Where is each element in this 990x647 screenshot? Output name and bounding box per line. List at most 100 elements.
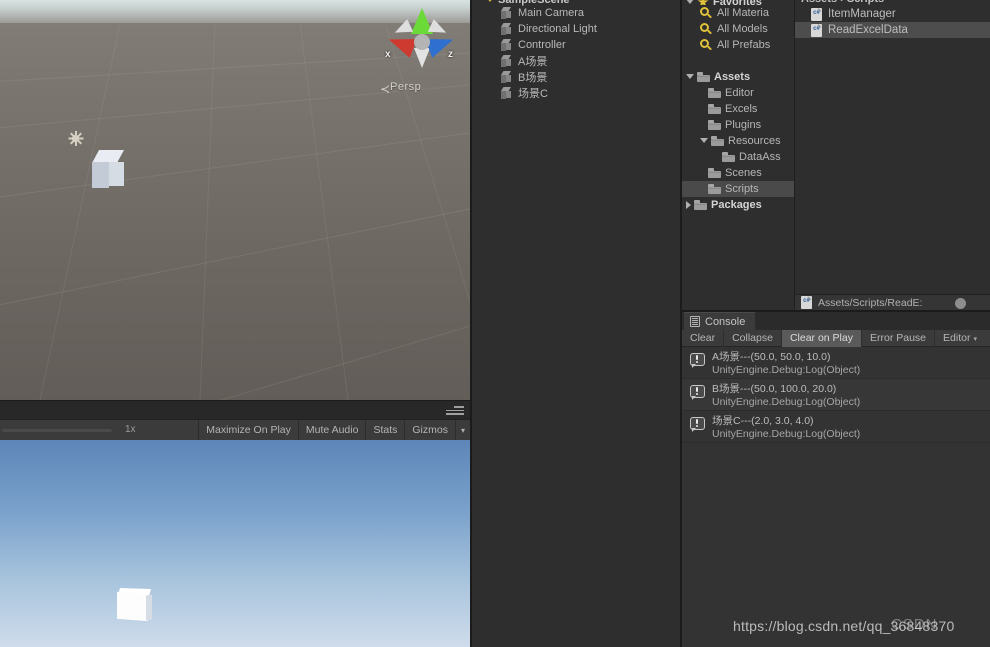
project-tree-item-label: Assets: [714, 71, 751, 83]
game-cube-object: [117, 588, 157, 628]
csharp-script-icon: [811, 7, 822, 21]
project-folder-tree[interactable]: ★ Favorites All MateriaAll ModelsAll Pre…: [682, 0, 794, 310]
scene-view[interactable]: x z ≺ Persp: [0, 0, 470, 400]
project-breadcrumb-row[interactable]: Assets › Scripts: [795, 0, 990, 5]
console-message-1[interactable]: A场景---(50.0, 50.0, 10.0) UnityEngine.Debu…: [682, 347, 990, 379]
project-tree-item-packages[interactable]: Packages: [682, 197, 794, 213]
console-toolbar[interactable]: Clear Collapse Clear on Play Error Pause Edi…: [682, 329, 990, 347]
scene-cube-object[interactable]: [88, 150, 130, 192]
project-tree-item-excels[interactable]: Excels: [682, 101, 794, 117]
project-tree-item-plugins[interactable]: Plugins: [682, 117, 794, 133]
console-error-pause-button[interactable]: Error Pause: [860, 329, 934, 347]
project-tree-item-scenes[interactable]: Scenes: [682, 165, 794, 181]
project-tree-item-editor[interactable]: Editor: [682, 85, 794, 101]
hierarchy-item-4[interactable]: A场景: [472, 53, 680, 69]
console-editor-button[interactable]: Editor ▾: [934, 329, 985, 347]
console-panel[interactable]: Console Clear Collapse Clear on Play Error …: [682, 312, 990, 647]
hierarchy-item-label: Directional Light: [518, 23, 597, 35]
console-clear-on-play-button[interactable]: Clear on Play: [780, 329, 861, 347]
chevron-down-icon[interactable]: ▾: [973, 336, 977, 343]
gizmos-dropdown-caret-icon[interactable]: ▾: [454, 420, 470, 441]
log-info-icon: [690, 353, 706, 369]
favorites-list: All Materia All Models All Prefabs: [682, 5, 794, 53]
axis-y-negative-cone-icon[interactable]: [414, 48, 430, 68]
hierarchy-item-label: A场景: [518, 56, 548, 68]
asset-row-1[interactable]: ItemManager: [795, 6, 990, 22]
scene-axis-gizmo[interactable]: x z: [382, 4, 462, 82]
chevron-down-icon[interactable]: [700, 137, 708, 147]
console-message-2[interactable]: B场景---(50.0, 100.0, 20.0) UnityEngine.Deb…: [682, 379, 990, 411]
project-tree-item-label: Plugins: [725, 119, 762, 131]
project-tree-item-scripts[interactable]: Scripts: [682, 181, 794, 197]
hierarchy-item-5[interactable]: B场景: [472, 69, 680, 85]
game-zoom-slider[interactable]: [2, 429, 112, 432]
asset-row-label: ReadExcelData: [828, 24, 908, 36]
hierarchy-item-1[interactable]: Main Camera: [472, 5, 680, 21]
log-info-icon: [690, 385, 706, 401]
mute-audio-button[interactable]: Mute Audio: [297, 420, 366, 441]
favorite-item-3[interactable]: All Prefabs: [682, 37, 794, 53]
console-message-line1: A场景---(50.0, 50.0, 10.0): [712, 351, 831, 363]
maximize-on-play-button[interactable]: Maximize On Play: [198, 420, 298, 441]
game-view-toolbar[interactable]: 1x Maximize On Play Mute Audio Stats Giz…: [0, 419, 470, 441]
console-tab-label: Console: [705, 315, 746, 328]
gizmos-button[interactable]: Gizmos: [404, 420, 455, 441]
chevron-right-icon[interactable]: [686, 201, 691, 209]
project-tree-item-assets[interactable]: Assets: [682, 69, 794, 85]
project-panel[interactable]: ★ Favorites All MateriaAll ModelsAll Pre…: [682, 0, 990, 310]
hierarchy-item-label: 场景C: [518, 88, 548, 100]
console-message-line2: UnityEngine.Debug:Log(Object): [712, 428, 861, 440]
console-message-3[interactable]: 场景C---(2.0, 3.0, 4.0) UnityEngine.Debug:L…: [682, 411, 990, 443]
folder-icon: [708, 184, 721, 194]
project-path-bar: Assets/Scripts/ReadE:: [795, 294, 990, 310]
project-tree-item-label: Resources: [728, 135, 781, 147]
project-tree-item-label: Packages: [711, 199, 762, 211]
hierarchy-item-2[interactable]: Directional Light: [472, 21, 680, 37]
favorite-item-1[interactable]: All Materia: [682, 5, 794, 21]
axis-hub-icon[interactable]: [414, 34, 430, 50]
perspective-label[interactable]: Persp: [390, 81, 421, 93]
search-icon: [700, 6, 713, 20]
chevron-down-icon[interactable]: [686, 73, 694, 83]
console-message-list[interactable]: A场景---(50.0, 50.0, 10.0) UnityEngine.Debu…: [682, 347, 990, 443]
console-message-text: 场景C---(2.0, 3.0, 4.0) UnityEngine.Debug:L…: [712, 415, 860, 441]
favorite-item-label: All Models: [717, 23, 768, 35]
project-thumbnail-size-slider[interactable]: [955, 298, 966, 309]
console-message-line2: UnityEngine.Debug:Log(Object): [712, 396, 861, 408]
project-asset-list[interactable]: Assets › Scripts ItemManager ReadExcelDat…: [795, 0, 990, 310]
game-view[interactable]: [0, 440, 470, 647]
scene-expand-triangle-icon[interactable]: [486, 0, 494, 2]
perspective-arrow-icon[interactable]: ≺: [380, 82, 390, 96]
project-tree-item-resources[interactable]: Resources: [682, 133, 794, 149]
game-zoom-label: 1x: [125, 424, 136, 435]
gameobject-cube-icon: [500, 7, 512, 19]
console-clear-button[interactable]: Clear: [682, 330, 723, 347]
directional-light-gizmo[interactable]: [68, 131, 83, 146]
hierarchy-item-3[interactable]: Controller: [472, 37, 680, 53]
hierarchy-item-6[interactable]: 场景C: [472, 85, 680, 101]
project-tree-item-label: Scenes: [725, 167, 762, 179]
asset-row-2[interactable]: ReadExcelData: [795, 22, 990, 38]
stats-button[interactable]: Stats: [365, 420, 404, 441]
project-tree-item-dataass[interactable]: DataAss: [682, 149, 794, 165]
asset-row-label: ItemManager: [828, 8, 896, 20]
tab-console[interactable]: Console: [684, 312, 756, 330]
project-tree-item-label: Excels: [725, 103, 758, 115]
panel-menu-icon[interactable]: [446, 406, 464, 416]
hierarchy-panel[interactable]: SampleScene Main Camera Directional Light…: [472, 0, 680, 647]
breadcrumb: Assets › Scripts: [801, 0, 884, 5]
gameobject-cube-icon: [500, 87, 512, 99]
log-info-icon: [690, 417, 706, 433]
project-tree-item-label: DataAss: [739, 151, 781, 163]
search-icon: [700, 22, 713, 36]
console-icon: [690, 316, 700, 327]
project-tree-item-label: Editor: [725, 87, 754, 99]
favorite-item-2[interactable]: All Models: [682, 21, 794, 37]
gameobject-cube-icon: [500, 71, 512, 83]
folder-icon: [722, 152, 735, 162]
console-collapse-button[interactable]: Collapse: [723, 329, 781, 347]
